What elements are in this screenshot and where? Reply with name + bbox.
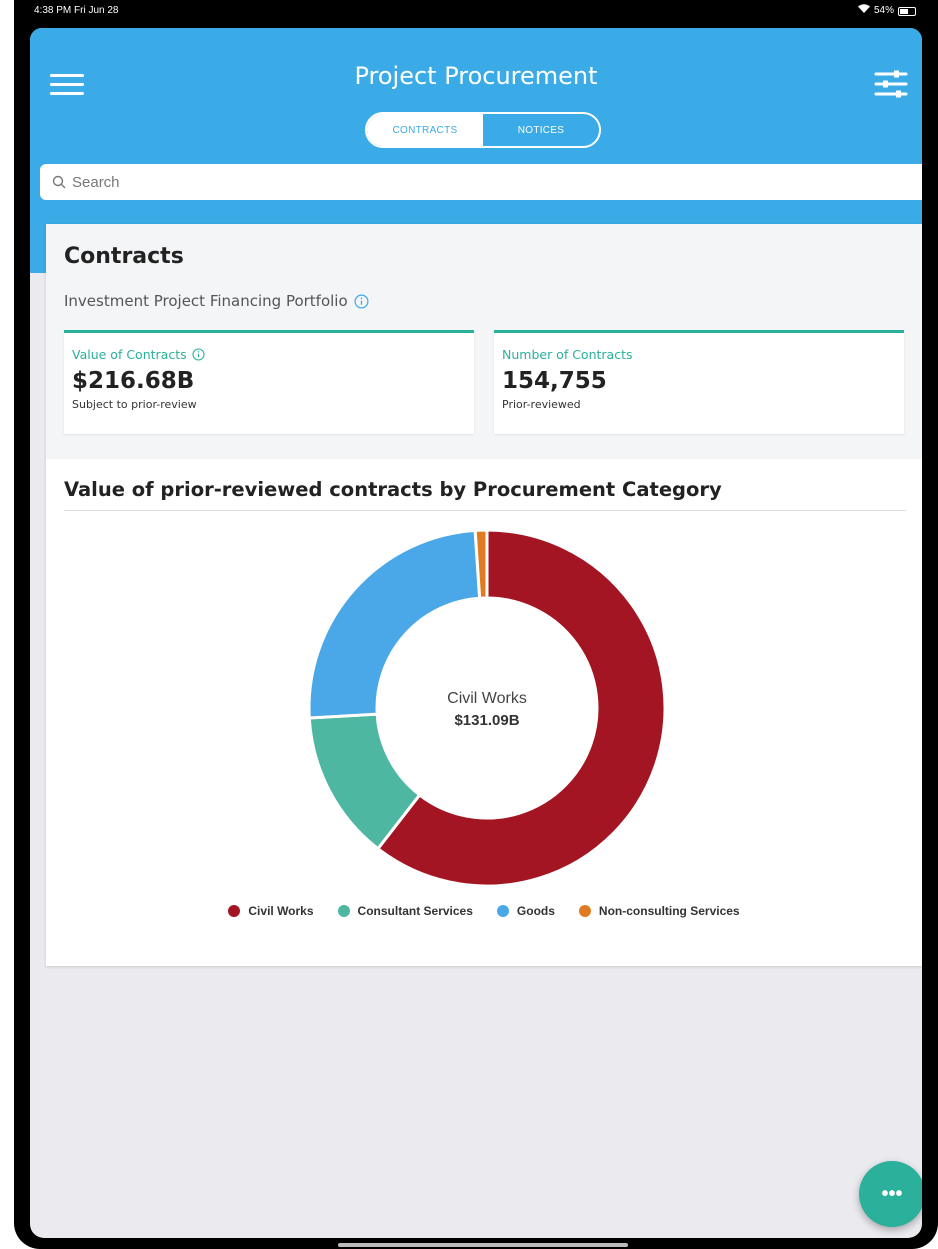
- stat-subtext: Prior-reviewed: [502, 398, 581, 411]
- legend-label: Goods: [516, 904, 555, 918]
- legend-item[interactable]: Non-consulting Services: [578, 904, 740, 918]
- more-button[interactable]: •••: [859, 1161, 922, 1227]
- battery-percent: 54%: [873, 5, 894, 16]
- chart-legend: Civil Works Consultant Services Goods Non-c…: [46, 904, 922, 918]
- sliders-icon: [874, 70, 908, 98]
- search-icon: [52, 175, 66, 189]
- legend-dot: [228, 905, 241, 917]
- donut-chart: Civil Works $131.09B: [307, 528, 667, 888]
- menu-icon-line: [50, 92, 84, 95]
- battery-icon: [898, 6, 916, 16]
- tab-contracts[interactable]: CONTRACTS: [367, 114, 483, 146]
- info-icon[interactable]: [354, 294, 369, 309]
- home-indicator: [338, 1243, 628, 1247]
- center-label: Civil Works: [447, 690, 527, 707]
- center-value: $131.09B: [454, 712, 519, 729]
- status-time: 4:38 PM Fri Jun 28: [34, 5, 119, 16]
- portfolio-label: Investment Project Financing Portfolio: [64, 292, 369, 310]
- value-of-contracts-stat: Value of Contracts $216.68B Subject to p…: [64, 330, 474, 434]
- section-title: Contracts: [64, 244, 184, 269]
- device-frame: 4:38 PM Fri Jun 28 54% Project Procureme…: [14, 0, 938, 1249]
- tab-notices[interactable]: NOTICES: [483, 114, 599, 146]
- search-input[interactable]: [72, 173, 892, 191]
- legend-label: Consultant Services: [357, 904, 473, 918]
- legend-dot: [578, 905, 591, 917]
- stat-label: Number of Contracts: [502, 347, 633, 362]
- stat-label: Value of Contracts: [72, 347, 466, 362]
- legend-label: Civil Works: [248, 904, 314, 918]
- divider: [64, 510, 906, 511]
- legend-label: Non-consulting Services: [598, 904, 740, 918]
- stat-value: $216.68B: [72, 368, 195, 394]
- legend-dot: [337, 905, 350, 917]
- portfolio-text: Investment Project Financing Portfolio: [64, 292, 348, 310]
- legend-dot: [496, 905, 509, 917]
- chart-title: Value of prior-reviewed contracts by Pro…: [64, 478, 722, 501]
- stat-value: 154,755: [502, 368, 607, 394]
- status-right: 54%: [857, 0, 916, 22]
- page-title: Project Procurement: [354, 62, 598, 90]
- stat-label-text: Value of Contracts: [72, 347, 187, 362]
- legend-item[interactable]: Civil Works: [228, 904, 314, 918]
- wifi-icon: [857, 0, 870, 22]
- segmented-control: CONTRACTS NOTICES: [365, 112, 601, 148]
- search-bar: [40, 164, 922, 200]
- number-of-contracts-stat: Number of Contracts 154,755 Prior-review…: [494, 330, 904, 434]
- info-icon[interactable]: [192, 348, 205, 361]
- stat-subtext: Subject to prior-review: [72, 398, 197, 411]
- legend-item[interactable]: Consultant Services: [337, 904, 473, 918]
- legend-item[interactable]: Goods: [496, 904, 555, 918]
- filter-button[interactable]: [874, 68, 908, 100]
- contracts-card: Contracts Investment Project Financing P…: [46, 224, 922, 966]
- status-bar: 4:38 PM Fri Jun 28 54%: [14, 0, 938, 22]
- app-screen: Project Procurement CONTRACTS NOTICES Se…: [30, 28, 922, 1238]
